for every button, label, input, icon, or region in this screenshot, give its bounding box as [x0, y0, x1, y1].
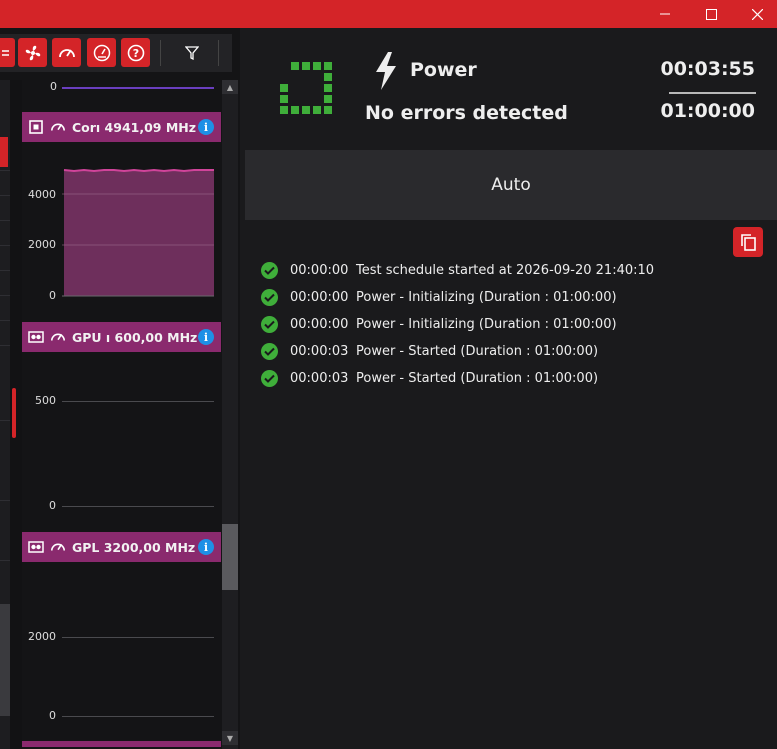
- cpu-clock-series: [63, 168, 214, 173]
- fan-icon: [25, 45, 40, 60]
- selection-marker: [0, 137, 8, 167]
- grid-line: [62, 637, 214, 638]
- log-entry: 00:00:00 Test schedule started at 2026-0…: [261, 260, 654, 280]
- log-time: 00:00:00: [290, 262, 349, 278]
- maximize-button[interactable]: [688, 0, 734, 28]
- log-entry: 00:00:03 Power - Started (Duration : 01:…: [261, 341, 598, 361]
- chart-header-next: [22, 741, 221, 747]
- log-text: Power - Initializing (Duration : 01:00:0…: [356, 289, 617, 305]
- menu-button[interactable]: [0, 38, 15, 67]
- chart-header-gpu-memory[interactable]: GPL 3200,00 MHz i: [22, 532, 221, 562]
- toolbar-divider: [160, 40, 161, 66]
- cpu-clock-chart: [62, 168, 214, 297]
- dashboard-icon: [93, 44, 110, 61]
- minimize-button[interactable]: [642, 0, 688, 28]
- svg-text:?: ?: [132, 47, 138, 60]
- test-panel: Power No errors detected 00:03:55 01:00:…: [245, 28, 777, 749]
- filter-icon: [184, 45, 199, 60]
- fan-button[interactable]: [18, 38, 47, 67]
- grid-line: [62, 401, 214, 402]
- close-button[interactable]: [734, 0, 777, 28]
- gauge-icon: [58, 48, 75, 57]
- dashboard-button[interactable]: [87, 38, 116, 67]
- status-header: Power No errors detected 00:03:55 01:00:…: [245, 28, 777, 148]
- minimize-icon: [660, 13, 670, 15]
- log-text: Power - Started (Duration : 01:00:00): [356, 370, 599, 386]
- title-bar: [0, 0, 777, 28]
- log-time: 00:00:00: [290, 289, 349, 305]
- lightning-icon: [376, 52, 396, 90]
- log-text: Power - Started (Duration : 01:00:00): [356, 343, 599, 359]
- y-tick-label: 4000: [28, 188, 56, 201]
- chart-line: [62, 87, 214, 89]
- sensor-pane: ? 0 Corı 4941,09 MHz i 4000 2000 0 GPU ı…: [0, 28, 240, 749]
- toolbar-divider: [218, 40, 219, 66]
- filter-button[interactable]: [177, 38, 206, 67]
- check-icon: [261, 342, 278, 360]
- log-text: Power - Initializing (Duration : 01:00:0…: [356, 316, 617, 332]
- copy-icon: [741, 234, 756, 251]
- check-icon: [261, 315, 278, 333]
- log-time: 00:00:03: [290, 370, 349, 386]
- chart-header-cpu[interactable]: Corı 4941,09 MHz i: [22, 112, 221, 142]
- copy-log-button[interactable]: [733, 227, 763, 257]
- test-name: Power: [410, 59, 477, 81]
- y-tick-label: 0: [49, 289, 56, 302]
- scroll-down-arrow[interactable]: ▼: [222, 731, 238, 745]
- info-icon[interactable]: i: [198, 329, 214, 345]
- resize-handle[interactable]: [12, 388, 16, 438]
- info-icon[interactable]: i: [198, 539, 214, 555]
- status-message: No errors detected: [365, 102, 568, 124]
- y-tick-label: 0: [49, 499, 56, 512]
- chart-header-gpu[interactable]: GPU ı 600,00 MHz i: [22, 322, 221, 352]
- close-icon: [751, 8, 763, 20]
- sensor-list-edge: [0, 80, 10, 749]
- status-progress-icon: [280, 62, 332, 114]
- chart-title: Corı 4941,09 MHz: [72, 119, 197, 135]
- chart-scrollbar[interactable]: [222, 80, 238, 749]
- time-divider: [669, 92, 756, 94]
- y-tick-label: 0: [50, 80, 57, 93]
- log-entry: 00:00:00 Power - Initializing (Duration …: [261, 314, 617, 334]
- gauge-icon: [50, 539, 66, 555]
- chart-title: GPU ı 600,00 MHz: [72, 329, 198, 345]
- log-time: 00:00:00: [290, 316, 349, 332]
- total-duration: 01:00:00: [660, 100, 755, 122]
- help-button[interactable]: ?: [121, 38, 150, 67]
- sensor-list-scrollbar[interactable]: [0, 604, 10, 716]
- gauge-icon: [50, 329, 66, 345]
- log-time: 00:00:03: [290, 343, 349, 359]
- grid-line: [62, 506, 214, 507]
- check-icon: [261, 288, 278, 306]
- gauge-icon: [50, 119, 66, 135]
- elapsed-time: 00:03:55: [660, 58, 755, 80]
- scroll-thumb[interactable]: [222, 524, 238, 590]
- gpu-icon: [28, 329, 44, 345]
- maximize-icon: [705, 8, 717, 20]
- help-icon: ?: [127, 44, 144, 61]
- y-tick-label: 2000: [28, 238, 56, 251]
- menu-icon: [1, 49, 9, 56]
- gpu-icon: [28, 539, 44, 555]
- toolbar: ?: [0, 34, 232, 72]
- log-text: Test schedule started at 2026-09-20 21:4…: [356, 262, 655, 278]
- y-tick-label: 500: [35, 394, 56, 407]
- log-entry: 00:00:03 Power - Started (Duration : 01:…: [261, 368, 598, 388]
- check-icon: [261, 369, 278, 387]
- grid-line: [62, 716, 214, 717]
- y-tick-label: 0: [49, 709, 56, 722]
- log-entry: 00:00:00 Power - Initializing (Duration …: [261, 287, 617, 307]
- gauge-button[interactable]: [52, 38, 81, 67]
- info-icon[interactable]: i: [198, 119, 214, 135]
- mode-button[interactable]: Auto: [245, 150, 777, 220]
- check-icon: [261, 261, 278, 279]
- y-tick-label: 2000: [28, 630, 56, 643]
- chart-title: GPL 3200,00 MHz: [72, 539, 196, 555]
- scroll-up-arrow[interactable]: ▲: [222, 80, 238, 94]
- cpu-icon: [28, 119, 44, 135]
